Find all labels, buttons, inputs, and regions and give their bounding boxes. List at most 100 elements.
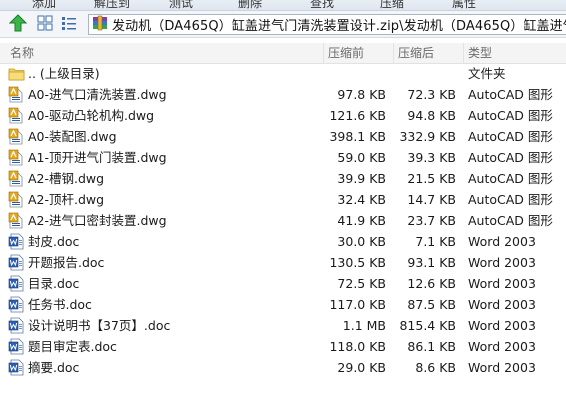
- file-list: .. (上级目录) 文件夹 A0-进气口清洗装置.dwg 97.8 KB 72.3 KB…: [0, 63, 566, 378]
- file-packed-size: 23.7 KB: [407, 213, 456, 228]
- file-row[interactable]: 开题报告.doc 130.5 KB 93.1 KB Word 2003: [0, 252, 566, 273]
- file-name: 设计说明书【37页】.doc: [28, 318, 171, 333]
- file-size: 398.1 KB: [329, 129, 386, 144]
- word-file-icon: [8, 359, 25, 376]
- list-view-icon[interactable]: [60, 14, 78, 32]
- file-size: 118.0 KB: [329, 339, 386, 354]
- file-name: 封皮.doc: [28, 234, 80, 249]
- file-name: 摘要.doc: [28, 360, 80, 375]
- file-size: [326, 63, 386, 84]
- file-size: 1.1 MB: [342, 318, 386, 333]
- file-packed-size: 94.8 KB: [407, 108, 456, 123]
- column-name[interactable]: 名称: [0, 43, 324, 63]
- file-size: 97.8 KB: [337, 87, 386, 102]
- file-row[interactable]: A2-进气口密封装置.dwg 41.9 KB 23.7 KB AutoCAD 图形: [0, 210, 566, 231]
- file-row[interactable]: A2-槽钢.dwg 39.9 KB 21.5 KB AutoCAD 图形: [0, 168, 566, 189]
- file-row[interactable]: 封皮.doc 30.0 KB 7.1 KB Word 2003: [0, 231, 566, 252]
- word-file-icon: [8, 233, 25, 250]
- file-row[interactable]: .. (上级目录) 文件夹: [0, 63, 566, 84]
- dwg-file-icon: [8, 149, 25, 166]
- toolbar-compress-button[interactable]: 压缩: [380, 0, 404, 10]
- file-packed-size: 7.1 KB: [415, 234, 456, 249]
- file-size: 117.0 KB: [329, 297, 386, 312]
- file-size: 41.9 KB: [337, 213, 386, 228]
- toolbar-find-button[interactable]: 查找: [310, 0, 334, 10]
- toolbar-delete-button[interactable]: 删除: [238, 0, 262, 10]
- word-file-icon: [8, 254, 25, 271]
- file-row[interactable]: A0-驱动凸轮机构.dwg 121.6 KB 94.8 KB AutoCAD 图形: [0, 105, 566, 126]
- file-name: 任务书.doc: [28, 297, 92, 312]
- dwg-file-icon: [8, 107, 25, 124]
- file-type: Word 2003: [468, 234, 536, 249]
- file-name: A0-进气口清洗装置.dwg: [28, 87, 167, 102]
- file-row[interactable]: A1-顶开进气门装置.dwg 59.0 KB 39.3 KB AutoCAD 图形: [0, 147, 566, 168]
- column-size[interactable]: 压缩前: [324, 43, 394, 63]
- folder-icon: [8, 65, 25, 82]
- file-name: A0-驱动凸轮机构.dwg: [28, 108, 155, 123]
- file-row[interactable]: A2-顶杆.dwg 32.4 KB 14.7 KB AutoCAD 图形: [0, 189, 566, 210]
- file-type: 文件夹: [468, 66, 506, 81]
- file-size: 29.0 KB: [337, 360, 386, 375]
- file-type: AutoCAD 图形: [468, 213, 553, 228]
- file-row[interactable]: A0-进气口清洗装置.dwg 97.8 KB 72.3 KB AutoCAD 图形: [0, 84, 566, 105]
- file-packed-size: 87.5 KB: [407, 297, 456, 312]
- column-packed[interactable]: 压缩后: [394, 43, 464, 63]
- word-file-icon: [8, 317, 25, 334]
- file-type: AutoCAD 图形: [468, 171, 553, 186]
- file-row[interactable]: A0-装配图.dwg 398.1 KB 332.9 KB AutoCAD 图形: [0, 126, 566, 147]
- file-row[interactable]: 摘要.doc 29.0 KB 8.6 KB Word 2003: [0, 357, 566, 378]
- file-name: .. (上级目录): [28, 66, 100, 81]
- file-type: AutoCAD 图形: [468, 192, 553, 207]
- file-size: 130.5 KB: [329, 255, 386, 270]
- file-type: AutoCAD 图形: [468, 150, 553, 165]
- toolbar-add-button[interactable]: 添加: [32, 0, 56, 10]
- file-packed-size: 14.7 KB: [407, 192, 456, 207]
- column-header: 名称 压缩前 压缩后 类型: [0, 43, 566, 64]
- dwg-file-icon: [8, 191, 25, 208]
- word-file-icon: [8, 338, 25, 355]
- file-name: A2-进气口密封装置.dwg: [28, 213, 167, 228]
- word-file-icon: [8, 296, 25, 313]
- dwg-file-icon: [8, 128, 25, 145]
- file-name: A0-装配图.dwg: [28, 129, 117, 144]
- file-row[interactable]: 设计说明书【37页】.doc 1.1 MB 815.4 KB Word 2003: [0, 315, 566, 336]
- column-type[interactable]: 类型: [464, 43, 566, 63]
- file-size: 32.4 KB: [337, 192, 386, 207]
- file-type: Word 2003: [468, 339, 536, 354]
- file-type: Word 2003: [468, 255, 536, 270]
- toolbar-test-button[interactable]: 测试: [169, 0, 193, 10]
- file-row[interactable]: 题目审定表.doc 118.0 KB 86.1 KB Word 2003: [0, 336, 566, 357]
- file-packed-size: 332.9 KB: [399, 129, 456, 144]
- file-type: AutoCAD 图形: [468, 87, 553, 102]
- file-size: 121.6 KB: [329, 108, 386, 123]
- file-size: 39.9 KB: [337, 171, 386, 186]
- up-arrow-icon[interactable]: [9, 14, 27, 32]
- file-type: Word 2003: [468, 360, 536, 375]
- file-type: Word 2003: [468, 318, 536, 333]
- path-field[interactable]: 发动机（DA465Q）缸盖进气门清洗装置设计.zip\发动机（DA465Q）缸盖…: [88, 14, 566, 35]
- file-row[interactable]: 目录.doc 72.5 KB 12.6 KB Word 2003: [0, 273, 566, 294]
- zip-archive-icon: [92, 15, 108, 34]
- file-name: A2-顶杆.dwg: [28, 192, 105, 207]
- toolbar: 添加 解压到 测试 删除 查找 压缩 属性: [0, 0, 566, 11]
- file-name: A1-顶开进气门装置.dwg: [28, 150, 167, 165]
- file-row[interactable]: 任务书.doc 117.0 KB 87.5 KB Word 2003: [0, 294, 566, 315]
- file-type: Word 2003: [468, 297, 536, 312]
- details-view-icon[interactable]: [36, 14, 54, 32]
- file-type: Word 2003: [468, 276, 536, 291]
- file-name: A2-槽钢.dwg: [28, 171, 105, 186]
- dwg-file-icon: [8, 86, 25, 103]
- file-type: AutoCAD 图形: [468, 129, 553, 144]
- file-name: 题目审定表.doc: [28, 339, 117, 354]
- toolbar-properties-button[interactable]: 属性: [452, 0, 476, 10]
- file-packed-size: 72.3 KB: [407, 87, 456, 102]
- file-packed-size: [396, 63, 456, 84]
- file-name: 目录.doc: [28, 276, 80, 291]
- file-size: 72.5 KB: [337, 276, 386, 291]
- file-packed-size: 86.1 KB: [407, 339, 456, 354]
- path-text: 发动机（DA465Q）缸盖进气门清洗装置设计.zip\发动机（DA465Q）缸盖…: [112, 19, 566, 34]
- toolbar-extract-button[interactable]: 解压到: [94, 0, 130, 10]
- file-size: 59.0 KB: [337, 150, 386, 165]
- file-size: 30.0 KB: [337, 234, 386, 249]
- file-packed-size: 93.1 KB: [407, 255, 456, 270]
